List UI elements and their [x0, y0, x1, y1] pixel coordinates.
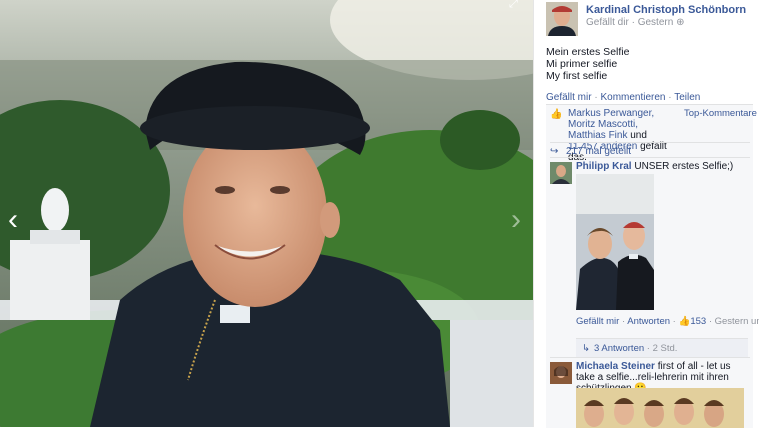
replies-time: 2 Std.	[652, 343, 678, 354]
comment-like-button[interactable]: Gefällt mir	[576, 316, 619, 327]
commenter-name[interactable]: Philipp Kral	[576, 161, 632, 172]
action-separator: ·	[668, 92, 672, 103]
post-actions: Gefällt mir · Kommentieren · Teilen	[546, 92, 700, 103]
top-comments-dropdown[interactable]: Top-Kommentare ▾	[684, 108, 759, 119]
caption-line: Mein erstes Selfie	[546, 46, 630, 58]
thumbs-up-icon: 👍	[678, 316, 691, 327]
comment-photo[interactable]	[576, 174, 654, 310]
comment-like-count[interactable]: 👍153	[678, 316, 706, 327]
caption-line: Mi primer selfie	[546, 58, 618, 70]
comment-reply-button[interactable]: Antworten	[627, 316, 670, 327]
post-meta: Gefällt dir · Gestern ⊕	[586, 17, 684, 28]
comment-time[interactable]: Gestern um 10:56	[715, 316, 759, 327]
chevron-right-icon: ›	[511, 203, 521, 236]
commenter-name[interactable]: Michaela Steiner	[576, 361, 655, 372]
commenter-avatar[interactable]	[550, 162, 572, 184]
author-avatar[interactable]	[546, 2, 578, 36]
liked-status[interactable]: Gefällt dir	[586, 17, 629, 28]
author-name-link[interactable]: Kardinal Christoph Schönborn	[586, 4, 746, 16]
next-photo-button[interactable]: ›	[505, 200, 527, 240]
selfie-photo	[0, 0, 533, 427]
replies-count: 3 Antworten	[593, 343, 645, 354]
reply-icon: ↳	[582, 343, 590, 354]
photo-viewer[interactable]: ‹ › ⤢	[0, 0, 533, 427]
caption-line: My first selfie	[546, 70, 608, 82]
thumbs-up-icon: 👍	[550, 109, 563, 120]
comment-button[interactable]: Kommentieren	[600, 92, 665, 103]
globe-icon: ⊕	[676, 17, 685, 28]
comment-action-separator: ·	[708, 316, 712, 327]
replies-separator: ·	[646, 343, 650, 354]
post-time[interactable]: Gestern	[638, 17, 674, 28]
post-caption: Mein erstes Selfie Mi primer selfie My f…	[546, 46, 629, 82]
likes-and: und	[630, 130, 647, 141]
comment-like-count-value: 153	[690, 316, 707, 327]
comment-action-separator: ·	[672, 316, 676, 327]
action-separator: ·	[594, 92, 598, 103]
meta-separator: ·	[631, 17, 635, 28]
view-replies-button[interactable]: ↳ 3 Antworten · 2 Std.	[576, 338, 748, 358]
commenter-avatar[interactable]	[550, 362, 572, 384]
comment-action-separator: ·	[621, 316, 626, 327]
shares-count: 217 mal geteilt	[566, 146, 632, 157]
chevron-left-icon: ‹	[8, 203, 18, 236]
shares-summary[interactable]: ↪ 217 mal geteilt	[550, 142, 750, 157]
comment-item: Michaela Steiner first of all - let us t…	[550, 357, 750, 430]
comment-actions: Gefällt mir · Antworten · 👍153 · Gestern…	[576, 316, 759, 327]
comment-text: UNSER erstes Selfie;)	[634, 161, 734, 172]
share-icon: ↪	[550, 146, 559, 157]
comment-item: Philipp Kral UNSER erstes Selfie;) Gefäl…	[550, 157, 759, 358]
like-button[interactable]: Gefällt mir	[546, 92, 592, 103]
comment-photo[interactable]	[576, 388, 744, 428]
feedback-section: 👍 Markus Perwanger, Moritz Mascotti, Mat…	[546, 104, 759, 430]
comment-body: Philipp Kral UNSER erstes Selfie;)	[576, 161, 750, 172]
expand-icon[interactable]: ⤢	[509, 0, 523, 12]
post-panel: Kardinal Christoph Schönborn Gefällt dir…	[533, 0, 759, 430]
share-button[interactable]: Teilen	[674, 92, 700, 103]
previous-photo-button[interactable]: ‹	[2, 200, 24, 240]
